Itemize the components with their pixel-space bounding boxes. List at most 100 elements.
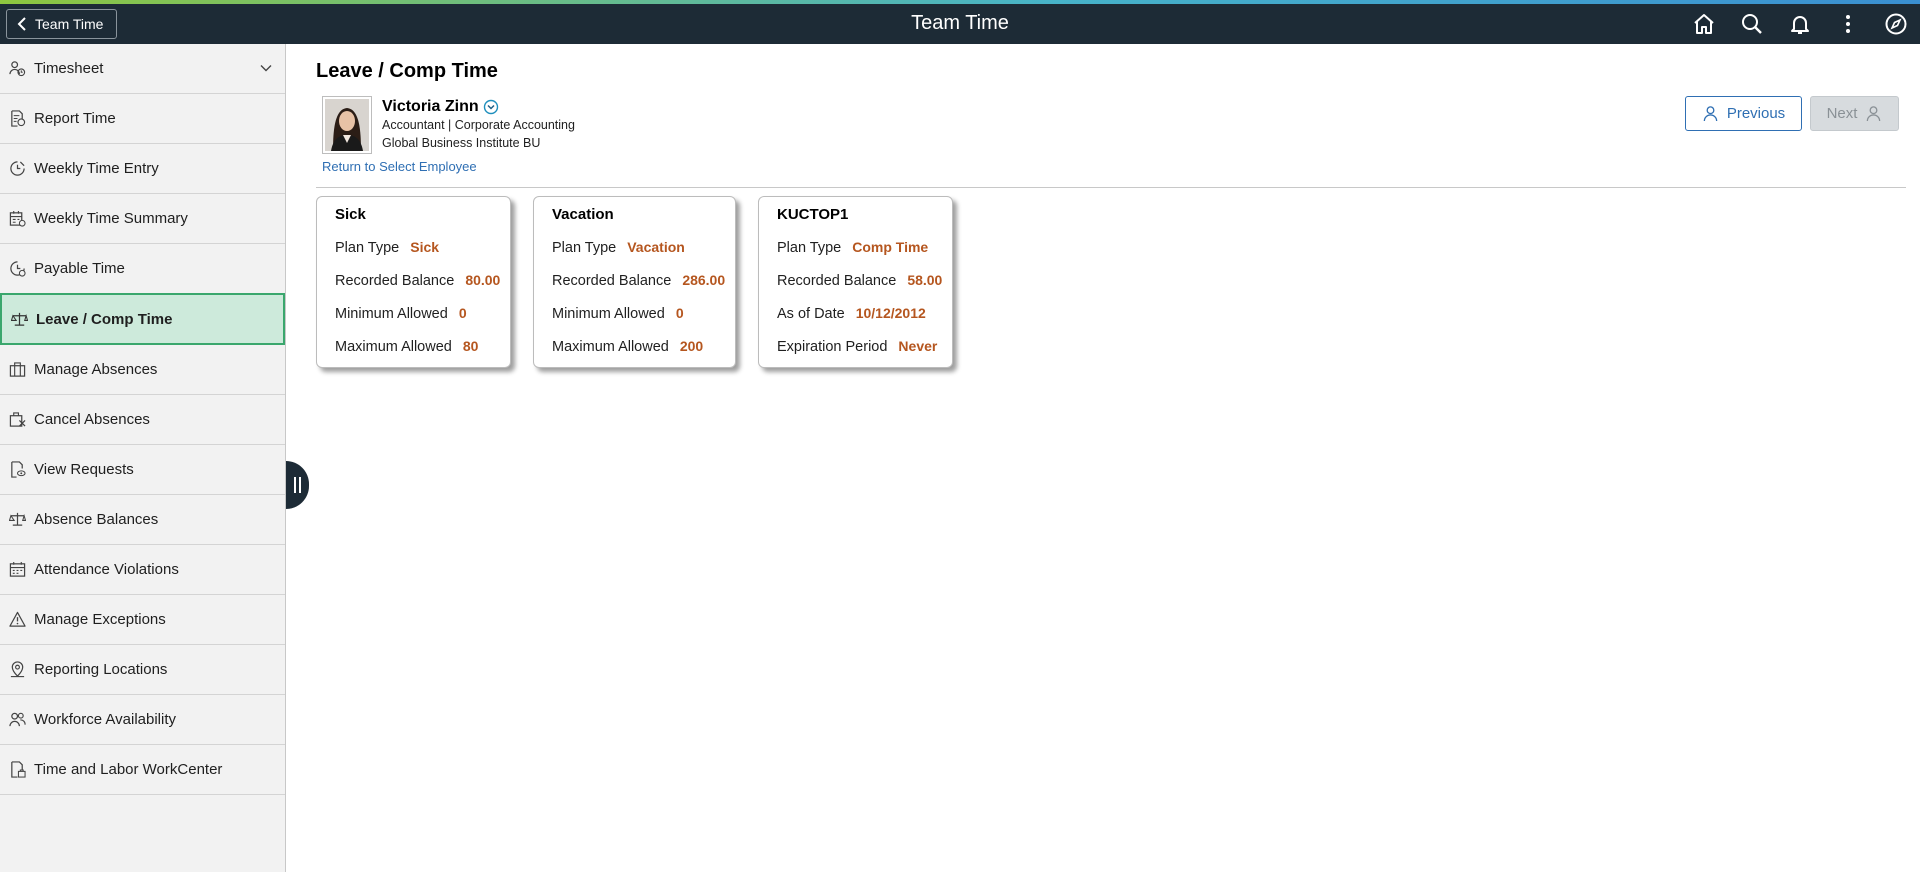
tile-row-plan-type: Plan Type Vacation [552, 239, 735, 272]
sidebar-item-label: Leave / Comp Time [36, 310, 173, 328]
sidebar-item-report-time[interactable]: Report Time [0, 94, 285, 144]
return-to-select-employee-link[interactable]: Return to Select Employee [322, 159, 477, 174]
tile-row-recorded-balance: Recorded Balance 80.00 [335, 272, 510, 305]
sidebar-item-payable-time[interactable]: Payable Time [0, 244, 285, 294]
sidebar-item-leave-comp-time[interactable]: Leave / Comp Time [0, 293, 285, 345]
weekly-summary-icon [8, 210, 26, 228]
banner: Team Time Team Time [0, 4, 1920, 44]
back-button-label: Team Time [35, 16, 104, 32]
sidebar-item-absence-balances[interactable]: Absence Balances [0, 495, 285, 545]
tile-row-expiration-period: Expiration Period Never [777, 338, 952, 371]
sidebar-item-label: Weekly Time Entry [34, 160, 159, 177]
row-label: Recorded Balance [335, 273, 455, 289]
sidebar-item-label: Manage Exceptions [34, 611, 166, 628]
sidebar-item-workforce-availability[interactable]: Workforce Availability [0, 695, 285, 745]
manage-absences-icon [8, 361, 26, 379]
workcenter-icon [8, 761, 26, 779]
cancel-absences-icon [8, 411, 26, 429]
collapse-grip-icon [294, 477, 296, 493]
row-label: Maximum Allowed [552, 339, 669, 355]
tile-row-as-of-date: As of Date 10/12/2012 [777, 305, 952, 338]
location-icon [8, 661, 26, 679]
previous-button-label: Previous [1726, 105, 1786, 122]
row-value: Vacation [627, 239, 685, 255]
warning-icon [8, 611, 26, 629]
tile-row-plan-type: Plan Type Comp Time [777, 239, 952, 272]
employee-photo [322, 96, 372, 154]
page-title: Leave / Comp Time [316, 60, 498, 82]
employee-name: Victoria Zinn [382, 98, 499, 116]
navbar-icon[interactable] [1872, 4, 1920, 44]
row-value: 58.00 [907, 272, 943, 288]
row-label: Plan Type [777, 240, 842, 256]
chevron-down-icon[interactable] [259, 61, 273, 75]
sidebar-item-manage-exceptions[interactable]: Manage Exceptions [0, 595, 285, 645]
plan-tile-sick[interactable]: Sick Plan Type Sick Recorded Balance 80.00… [316, 196, 511, 368]
sidebar-item-label: Payable Time [34, 260, 125, 277]
plan-tile-kuctop1[interactable]: KUCTOP1 Plan Type Comp Time Recorded Bala… [758, 196, 953, 368]
sidebar-item-label: Timesheet [34, 60, 104, 77]
next-button[interactable]: Next [1810, 96, 1899, 131]
scale-icon [10, 310, 28, 328]
previous-button[interactable]: Previous [1685, 96, 1802, 131]
employee-name-text: Victoria Zinn [382, 98, 479, 115]
sidebar-item-label: Absence Balances [34, 511, 159, 528]
back-button[interactable]: Team Time [6, 9, 118, 39]
calendar-icon [8, 561, 26, 579]
row-label: Maximum Allowed [335, 339, 452, 355]
view-requests-icon [8, 461, 26, 479]
sidebar-item-view-requests[interactable]: View Requests [0, 445, 285, 495]
person-icon [1703, 106, 1718, 122]
sidebar-item-manage-absences[interactable]: Manage Absences [0, 345, 285, 395]
payable-time-icon [8, 260, 26, 278]
weekly-time-entry-icon [8, 160, 26, 178]
sidebar-item-time-labor-workcenter[interactable]: Time and Labor WorkCenter [0, 745, 285, 795]
tile-row-plan-type: Plan Type Sick [335, 239, 510, 272]
sidebar-item-attendance-violations[interactable]: Attendance Violations [0, 545, 285, 595]
sidebar-item-label: Workforce Availability [34, 711, 177, 728]
sidebar-item-cancel-absences[interactable]: Cancel Absences [0, 395, 285, 445]
sidebar-item-timesheet[interactable]: Timesheet [0, 44, 285, 94]
actions-menu-icon[interactable] [1824, 4, 1872, 44]
tile-row-recorded-balance: Recorded Balance 286.00 [552, 272, 735, 305]
home-icon[interactable] [1680, 4, 1728, 44]
banner-title: Team Time [911, 12, 1009, 34]
header-divider [316, 187, 1906, 188]
row-value: Never [898, 338, 938, 354]
banner-actions [1680, 4, 1920, 44]
collapse-grip-icon [299, 477, 301, 493]
row-label: Expiration Period [777, 339, 888, 355]
sidebar: Timesheet Report Time Weekly Time Entry … [0, 44, 286, 872]
row-label: Plan Type [552, 240, 617, 256]
sidebar-item-label: Cancel Absences [34, 411, 150, 428]
row-value: Sick [410, 239, 440, 255]
related-actions-icon[interactable] [483, 99, 499, 115]
timesheet-icon [8, 60, 26, 78]
row-label: Plan Type [335, 240, 400, 256]
row-value: 0 [458, 305, 467, 321]
search-icon[interactable] [1728, 4, 1776, 44]
chevron-left-icon [17, 17, 26, 31]
row-value: 200 [679, 338, 704, 354]
employee-job: Accountant | Corporate Accounting [382, 118, 575, 132]
plan-tile-vacation[interactable]: Vacation Plan Type Vacation Recorded Bala… [533, 196, 736, 368]
row-value: Comp Time [852, 239, 929, 255]
report-time-icon [8, 110, 26, 128]
sidebar-item-label: Time and Labor WorkCenter [34, 761, 223, 778]
sidebar-item-label: Report Time [34, 110, 116, 127]
row-label: Minimum Allowed [335, 306, 448, 322]
notifications-icon[interactable] [1776, 4, 1824, 44]
sidebar-item-reporting-locations[interactable]: Reporting Locations [0, 645, 285, 695]
row-label: Recorded Balance [777, 273, 897, 289]
row-label: Minimum Allowed [552, 306, 665, 322]
tile-title: Vacation [552, 206, 614, 223]
tile-title: KUCTOP1 [777, 206, 849, 223]
tile-row-maximum-allowed: Maximum Allowed 200 [552, 338, 735, 371]
sidebar-item-label: Manage Absences [34, 361, 158, 378]
sidebar-collapse-handle[interactable] [286, 461, 309, 509]
absence-balances-icon [8, 511, 26, 529]
sidebar-item-weekly-time-entry[interactable]: Weekly Time Entry [0, 144, 285, 194]
tile-row-minimum-allowed: Minimum Allowed 0 [552, 305, 735, 338]
sidebar-item-weekly-time-summary[interactable]: Weekly Time Summary [0, 194, 285, 244]
sidebar-item-label: Attendance Violations [34, 561, 179, 578]
